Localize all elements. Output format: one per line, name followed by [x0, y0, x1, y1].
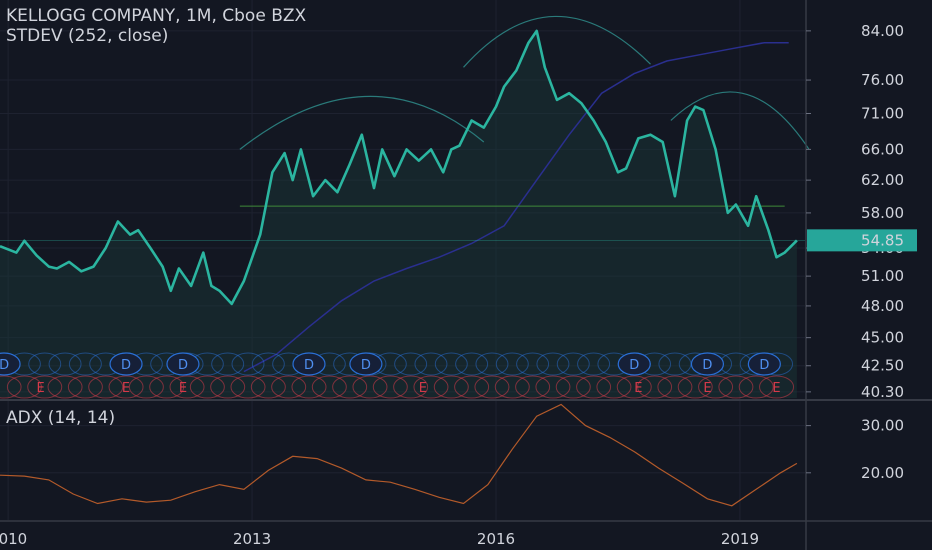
earnings-label: E — [179, 381, 187, 396]
adx-label: ADX (14, 14) — [6, 408, 116, 428]
price-axis-label: 66.00 — [861, 140, 904, 158]
indicator-label: STDEV (252, close) — [6, 26, 169, 46]
dividend-label: D — [361, 358, 371, 373]
chart-title: KELLOGG COMPANY, 1M, Cboe BZX — [6, 6, 307, 26]
adx-axis-label: 20.00 — [861, 464, 904, 482]
price-axis-label: 51.00 — [861, 267, 904, 285]
dividend-label: D — [121, 358, 131, 373]
chart-canvas[interactable]: E E E E E E ED D D D D D D D84.0076.0071.0066.0062.00… — [0, 0, 932, 550]
dividend-label: D — [629, 358, 639, 373]
adx-axis-label: 30.00 — [861, 417, 904, 435]
earnings-label: E — [122, 381, 130, 396]
time-axis-label: 2010 — [0, 530, 27, 548]
time-axis-label: 2013 — [233, 530, 271, 548]
dividend-label: D — [0, 358, 9, 373]
price-axis-label: 48.00 — [861, 297, 904, 315]
price-axis-label: 71.00 — [861, 105, 904, 123]
earnings-label: E — [634, 381, 642, 396]
earnings-label: E — [419, 381, 427, 396]
dividend-label: D — [759, 358, 769, 373]
price-axis-label: 58.00 — [861, 204, 904, 222]
current-price-label: 54.85 — [861, 231, 904, 249]
earnings-label: E — [37, 381, 45, 396]
time-axis-label: 2016 — [477, 530, 515, 548]
price-axis-label: 84.00 — [861, 22, 904, 40]
price-axis-label: 62.00 — [861, 171, 904, 189]
dividend-label: D — [702, 358, 712, 373]
earnings-label: E — [703, 381, 711, 396]
chart-stage: E E E E E E E D D D D D D D D 84.00 76.00 71.00 66.00 62.00… — [0, 0, 932, 550]
price-axis-label: 45.00 — [861, 329, 904, 347]
time-axis-label: 2019 — [721, 530, 759, 548]
dividend-label: D — [304, 358, 314, 373]
earnings-label: E — [772, 381, 780, 396]
price-axis-label: 76.00 — [861, 71, 904, 89]
price-axis-label: 40.30 — [861, 383, 904, 401]
price-axis-label: 42.50 — [861, 357, 904, 375]
dividend-label: D — [178, 358, 188, 373]
